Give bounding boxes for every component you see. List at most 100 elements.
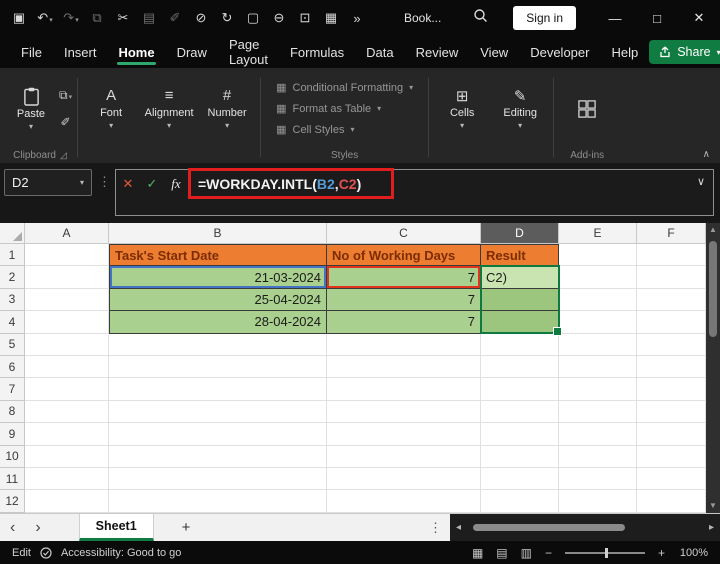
ribbon-format-as-table-button[interactable]: ▦Format as Table▾ (276, 102, 381, 115)
row-header-5[interactable]: 5 (0, 334, 25, 356)
cell-E3[interactable] (559, 289, 637, 311)
zoom-in-button[interactable]: + (658, 546, 665, 560)
cell-B9[interactable] (109, 423, 327, 445)
menu-tab-review[interactable]: Review (405, 36, 470, 68)
cell-D8[interactable] (481, 401, 559, 423)
format-painter-icon[interactable]: ✐ (162, 10, 188, 26)
cell-E11[interactable] (559, 468, 637, 490)
enter-button[interactable]: ✓ (140, 170, 164, 198)
formula-bar-expand-chevron[interactable]: ∨ (697, 175, 705, 188)
cell-C4[interactable]: 7 (327, 311, 481, 333)
cell-C6[interactable] (327, 356, 481, 378)
cell-C12[interactable] (327, 490, 481, 512)
cut-icon[interactable]: ✂ (110, 10, 136, 26)
row-header-9[interactable]: 9 (0, 423, 25, 445)
cell-D10[interactable] (481, 446, 559, 468)
save-icon[interactable]: ▣ (6, 10, 32, 26)
formula-input[interactable]: =WORKDAY.INTL(B2,C2) (198, 170, 361, 198)
zoom-slider-thumb[interactable] (605, 548, 608, 558)
cell-E5[interactable] (559, 334, 637, 356)
cell-E1[interactable] (559, 244, 637, 266)
cell-D2[interactable]: C2) (481, 266, 559, 288)
cell-C3[interactable]: 7 (327, 289, 481, 311)
column-header-C[interactable]: C (327, 223, 481, 244)
cell-D12[interactable] (481, 490, 559, 512)
cell-D5[interactable] (481, 334, 559, 356)
cell-C11[interactable] (327, 468, 481, 490)
cell-B7[interactable] (109, 378, 327, 400)
cell-B11[interactable] (109, 468, 327, 490)
cell-E9[interactable] (559, 423, 637, 445)
maximize-button[interactable]: □ (636, 0, 678, 36)
zoom-slider[interactable] (565, 552, 645, 554)
ribbon-editing-button[interactable]: ✎Editing▾ (492, 87, 548, 130)
menu-tab-view[interactable]: View (469, 36, 519, 68)
cell-C1[interactable]: No of Working Days (327, 244, 481, 266)
cell-F10[interactable] (637, 446, 706, 468)
cell-A7[interactable] (25, 378, 109, 400)
horizontal-scrollbar[interactable] (466, 514, 704, 541)
column-header-F[interactable]: F (637, 223, 706, 244)
cell-F5[interactable] (637, 334, 706, 356)
more-commands-icon[interactable]: » (344, 11, 370, 26)
formula-bar[interactable]: ✕ ✓ fx =WORKDAY.INTL(B2,C2) ∨ (115, 169, 714, 216)
scroll-up-arrow[interactable]: ▲ (709, 223, 717, 237)
vertical-scroll-thumb[interactable] (709, 241, 717, 337)
cell-B5[interactable] (109, 334, 327, 356)
menu-tab-file[interactable]: File (10, 36, 53, 68)
row-header-6[interactable]: 6 (0, 356, 25, 378)
cell-A1[interactable] (25, 244, 109, 266)
ribbon-conditional-formatting-button[interactable]: ▦Conditional Formatting▾ (276, 81, 413, 94)
cell-B10[interactable] (109, 446, 327, 468)
cell-C5[interactable] (327, 334, 481, 356)
hscroll-left-arrow[interactable]: ◂ (456, 522, 461, 533)
row-header-1[interactable]: 1 (0, 244, 25, 266)
cell-F4[interactable] (637, 311, 706, 333)
table-icon[interactable]: ▦ (318, 10, 344, 26)
cell-B4[interactable]: 28-04-2024 (109, 311, 327, 333)
ribbon-collapse-chevron[interactable]: ∧ (703, 149, 710, 160)
cell-F6[interactable] (637, 356, 706, 378)
cell-E2[interactable] (559, 266, 637, 288)
copy-icon[interactable]: ⧉ (84, 10, 110, 26)
cell-F12[interactable] (637, 490, 706, 512)
row-header-7[interactable]: 7 (0, 378, 25, 400)
cell-B3[interactable]: 25-04-2024 (109, 289, 327, 311)
sheet-nav-left-arrow[interactable]: ‹ (0, 516, 25, 540)
menu-tab-insert[interactable]: Insert (53, 36, 108, 68)
formula-bar-handle[interactable]: ⋮ (92, 169, 115, 190)
cell-B1[interactable]: Task's Start Date (109, 244, 327, 266)
column-header-E[interactable]: E (559, 223, 637, 244)
accessibility-status[interactable]: Accessibility: Good to go (61, 547, 181, 559)
cell-F9[interactable] (637, 423, 706, 445)
cell-E8[interactable] (559, 401, 637, 423)
cell-A4[interactable] (25, 311, 109, 333)
page-break-view-icon[interactable]: ▥ (521, 546, 532, 560)
cell-F7[interactable] (637, 378, 706, 400)
cell-D11[interactable] (481, 468, 559, 490)
cell-D3[interactable] (481, 289, 559, 311)
ribbon-number-button[interactable]: #Number▾ (199, 87, 255, 130)
row-header-2[interactable]: 2 (0, 266, 25, 288)
row-header-10[interactable]: 10 (0, 446, 25, 468)
cell-A2[interactable] (25, 266, 109, 288)
share-button[interactable]: Share ▾ (649, 40, 720, 64)
cell-D7[interactable] (481, 378, 559, 400)
cell-A3[interactable] (25, 289, 109, 311)
cell-C9[interactable] (327, 423, 481, 445)
cell-A12[interactable] (25, 490, 109, 512)
cell-B8[interactable] (109, 401, 327, 423)
cell-B2[interactable]: 21-03-2024 (109, 266, 327, 288)
sheet-options-handle[interactable]: ⋮ (421, 520, 450, 536)
cell-F8[interactable] (637, 401, 706, 423)
cell-D4[interactable] (481, 311, 559, 333)
normal-view-icon[interactable]: ▦ (472, 546, 483, 560)
cell-F2[interactable] (637, 266, 706, 288)
zoom-out-button[interactable]: − (545, 546, 552, 560)
scroll-down-arrow[interactable]: ▼ (709, 499, 717, 513)
cell-C10[interactable] (327, 446, 481, 468)
cell-A5[interactable] (25, 334, 109, 356)
minimize-button[interactable]: — (594, 0, 636, 36)
hscroll-right-arrow[interactable]: ▸ (709, 522, 714, 533)
row-header-3[interactable]: 3 (0, 289, 25, 311)
